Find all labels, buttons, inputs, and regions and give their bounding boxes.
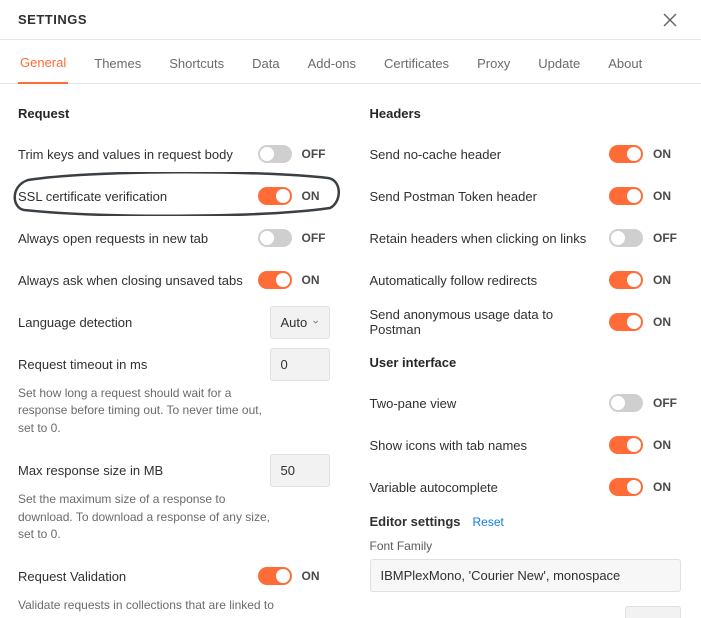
- validate-toggle[interactable]: [258, 567, 292, 585]
- validate-state: ON: [302, 569, 330, 583]
- usage-label: Send anonymous usage data to Postman: [370, 307, 570, 337]
- retain-state: OFF: [653, 231, 681, 245]
- row-askclose: Always ask when closing unsaved tabs ON: [18, 261, 330, 299]
- fontfamily-label: Font Family: [370, 539, 682, 553]
- dialog-header: SETTINGS: [0, 0, 701, 40]
- redirects-label: Automatically follow redirects: [370, 273, 538, 288]
- maxresp-input[interactable]: [270, 454, 330, 487]
- chevron-down-icon: [313, 317, 318, 327]
- editor-reset-link[interactable]: Reset: [473, 515, 504, 529]
- row-token: Send Postman Token header ON: [370, 177, 682, 215]
- tab-data[interactable]: Data: [250, 44, 281, 83]
- maxresp-label: Max response size in MB: [18, 463, 163, 478]
- row-twopane: Two-pane view OFF: [370, 384, 682, 422]
- timeout-help: Set how long a request should wait for a…: [18, 385, 278, 437]
- tab-about[interactable]: About: [606, 44, 644, 83]
- trim-state: OFF: [302, 147, 330, 161]
- tab-general[interactable]: General: [18, 43, 68, 84]
- varauto-state: ON: [653, 480, 681, 494]
- twopane-state: OFF: [653, 396, 681, 410]
- row-fontsize: Font Size (px): [370, 606, 682, 618]
- settings-dialog: SETTINGS General Themes Shortcuts Data A…: [0, 0, 701, 618]
- trim-label: Trim keys and values in request body: [18, 147, 233, 162]
- headers-section-title: Headers: [370, 106, 682, 121]
- askclose-toggle[interactable]: [258, 271, 292, 289]
- newtab-label: Always open requests in new tab: [18, 231, 208, 246]
- icons-label: Show icons with tab names: [370, 438, 528, 453]
- token-label: Send Postman Token header: [370, 189, 537, 204]
- tab-themes[interactable]: Themes: [92, 44, 143, 83]
- row-ssl: SSL certificate verification ON: [18, 177, 330, 215]
- nocache-toggle[interactable]: [609, 145, 643, 163]
- row-timeout: Request timeout in ms: [18, 345, 330, 383]
- tab-update[interactable]: Update: [536, 44, 582, 83]
- validate-label: Request Validation: [18, 569, 126, 584]
- validate-help: Validate requests in collections that ar…: [18, 597, 278, 618]
- token-state: ON: [653, 189, 681, 203]
- tab-shortcuts[interactable]: Shortcuts: [167, 44, 226, 83]
- varauto-toggle[interactable]: [609, 478, 643, 496]
- ui-section-title: User interface: [370, 355, 682, 370]
- icons-state: ON: [653, 438, 681, 452]
- varauto-label: Variable autocomplete: [370, 480, 498, 495]
- tab-addons[interactable]: Add-ons: [306, 44, 358, 83]
- row-maxresp: Max response size in MB: [18, 451, 330, 489]
- usage-toggle[interactable]: [609, 313, 643, 331]
- tab-bar: General Themes Shortcuts Data Add-ons Ce…: [0, 40, 701, 84]
- twopane-toggle[interactable]: [609, 394, 643, 412]
- retain-label: Retain headers when clicking on links: [370, 231, 587, 246]
- row-language: Language detection Auto: [18, 303, 330, 341]
- row-retain: Retain headers when clicking on links OF…: [370, 219, 682, 257]
- redirects-toggle[interactable]: [609, 271, 643, 289]
- row-redirects: Automatically follow redirects ON: [370, 261, 682, 299]
- icons-toggle[interactable]: [609, 436, 643, 454]
- usage-state: ON: [653, 315, 681, 329]
- language-select[interactable]: Auto: [270, 306, 330, 339]
- fontsize-input[interactable]: [625, 606, 681, 618]
- row-validate: Request Validation ON: [18, 557, 330, 595]
- maxresp-help: Set the maximum size of a response to do…: [18, 491, 278, 543]
- row-newtab: Always open requests in new tab OFF: [18, 219, 330, 257]
- row-trim: Trim keys and values in request body OFF: [18, 135, 330, 173]
- newtab-toggle[interactable]: [258, 229, 292, 247]
- ssl-label: SSL certificate verification: [18, 189, 167, 204]
- settings-body: Request Trim keys and values in request …: [0, 84, 701, 618]
- dialog-title: SETTINGS: [18, 12, 87, 27]
- redirects-state: ON: [653, 273, 681, 287]
- left-column: Request Trim keys and values in request …: [18, 106, 330, 618]
- editor-section-header: Editor settings Reset: [370, 514, 682, 529]
- timeout-label: Request timeout in ms: [18, 357, 147, 372]
- row-varauto: Variable autocomplete ON: [370, 468, 682, 506]
- row-icons: Show icons with tab names ON: [370, 426, 682, 464]
- tab-certificates[interactable]: Certificates: [382, 44, 451, 83]
- askclose-state: ON: [302, 273, 330, 287]
- nocache-label: Send no-cache header: [370, 147, 502, 162]
- fontfamily-input[interactable]: [370, 559, 682, 592]
- timeout-input[interactable]: [270, 348, 330, 381]
- twopane-label: Two-pane view: [370, 396, 457, 411]
- token-toggle[interactable]: [609, 187, 643, 205]
- askclose-label: Always ask when closing unsaved tabs: [18, 273, 243, 288]
- close-icon: [663, 13, 677, 27]
- editor-section-title: Editor settings: [370, 514, 461, 529]
- ssl-state: ON: [302, 189, 330, 203]
- nocache-state: ON: [653, 147, 681, 161]
- retain-toggle[interactable]: [609, 229, 643, 247]
- language-label: Language detection: [18, 315, 132, 330]
- newtab-state: OFF: [302, 231, 330, 245]
- row-nocache: Send no-cache header ON: [370, 135, 682, 173]
- close-button[interactable]: [657, 7, 683, 33]
- row-usage: Send anonymous usage data to Postman ON: [370, 303, 682, 341]
- request-section-title: Request: [18, 106, 330, 121]
- tab-proxy[interactable]: Proxy: [475, 44, 512, 83]
- right-column: Headers Send no-cache header ON Send Pos…: [370, 106, 682, 618]
- language-value: Auto: [281, 315, 308, 330]
- ssl-toggle[interactable]: [258, 187, 292, 205]
- trim-toggle[interactable]: [258, 145, 292, 163]
